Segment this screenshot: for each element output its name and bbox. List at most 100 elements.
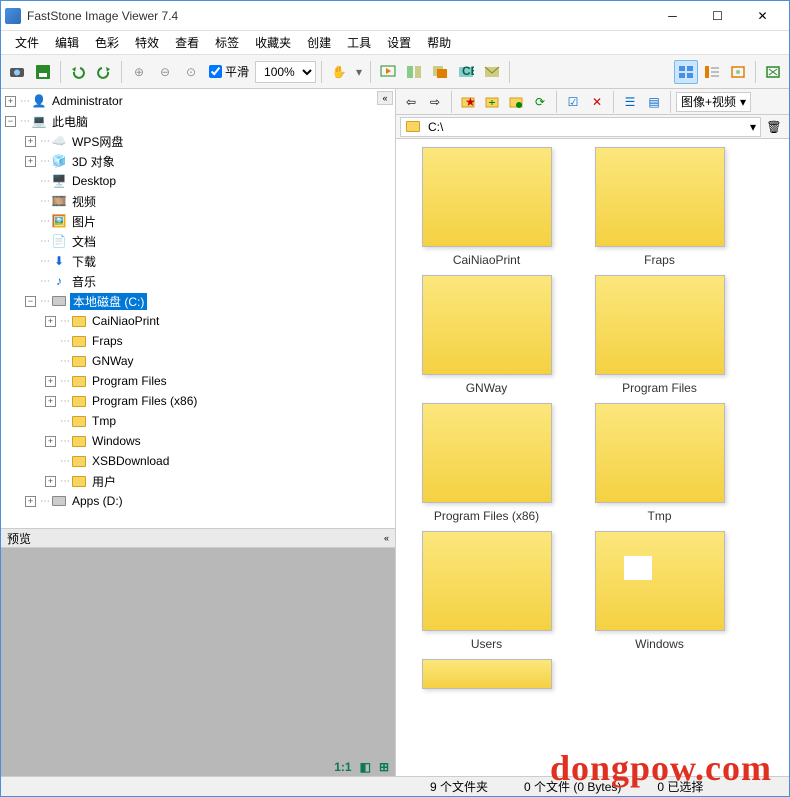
menu-effects[interactable]: 特效 bbox=[127, 32, 167, 53]
maximize-button[interactable]: ☐ bbox=[695, 2, 740, 30]
expander-icon[interactable]: + bbox=[45, 376, 56, 387]
thumbnail-folder[interactable]: Program Files bbox=[577, 275, 742, 395]
preview-pane[interactable]: 1:1 ◧ ⊞ bbox=[1, 548, 395, 776]
fav-manage-icon[interactable] bbox=[481, 91, 503, 113]
expander-icon[interactable]: + bbox=[5, 96, 16, 107]
new-folder-icon[interactable] bbox=[505, 91, 527, 113]
thumbnail-folder[interactable]: Fraps bbox=[577, 147, 742, 267]
tree-node[interactable]: ⋯📄文档 bbox=[3, 231, 393, 251]
forward-icon[interactable]: ⇨ bbox=[424, 91, 446, 113]
redo-icon[interactable] bbox=[92, 60, 116, 84]
compare-icon[interactable] bbox=[402, 60, 426, 84]
tree-node[interactable]: ⋯♪音乐 bbox=[3, 271, 393, 291]
menu-tags[interactable]: 标签 bbox=[207, 32, 247, 53]
thumbnail-folder[interactable]: GNWay bbox=[404, 275, 569, 395]
thumbnail-folder[interactable]: Windows bbox=[577, 531, 742, 651]
tree-node[interactable]: ⋯🖼️图片 bbox=[3, 211, 393, 231]
tree-node[interactable]: +⋯Program Files bbox=[3, 371, 393, 391]
save-icon[interactable] bbox=[31, 60, 55, 84]
thumbnail-folder[interactable]: Program Files (x86) bbox=[404, 403, 569, 523]
collapse-preview-icon[interactable]: « bbox=[384, 533, 389, 543]
menu-tools[interactable]: 工具 bbox=[339, 32, 379, 53]
video-icon: 🎞️ bbox=[51, 193, 67, 209]
close-button[interactable]: ✕ bbox=[740, 2, 785, 30]
drive-icon bbox=[51, 493, 67, 509]
select-all-icon[interactable]: ☑ bbox=[562, 91, 584, 113]
expander-icon[interactable]: + bbox=[45, 476, 56, 487]
menu-color[interactable]: 色彩 bbox=[87, 32, 127, 53]
tree-node-computer[interactable]: −⋯ 💻 此电脑 bbox=[3, 111, 393, 131]
tree-node[interactable]: ⋯Fraps bbox=[3, 331, 393, 351]
filter-combo[interactable]: 图像+视频▾ bbox=[676, 92, 751, 112]
hand-dropdown-icon[interactable]: ▾ bbox=[353, 65, 365, 79]
tree-node[interactable]: ⋯XSBDownload bbox=[3, 451, 393, 471]
thumbnail-folder[interactable] bbox=[404, 659, 569, 695]
tree-node[interactable]: +⋯🧊3D 对象 bbox=[3, 151, 393, 171]
minimize-button[interactable]: ─ bbox=[650, 2, 695, 30]
menu-file[interactable]: 文件 bbox=[7, 32, 47, 53]
filter-icon[interactable]: ▤ bbox=[643, 91, 665, 113]
menu-edit[interactable]: 编辑 bbox=[47, 32, 87, 53]
tree-node[interactable]: ⋯🖥️Desktop bbox=[3, 171, 393, 191]
thumbnail-folder[interactable]: CaiNiaoPrint bbox=[404, 147, 569, 267]
thumbnail-folder[interactable]: Users bbox=[404, 531, 569, 651]
email-icon[interactable] bbox=[480, 60, 504, 84]
folder-icon bbox=[71, 393, 87, 409]
fullscreen-icon[interactable] bbox=[726, 60, 750, 84]
expander-icon[interactable]: + bbox=[45, 316, 56, 327]
detail-view-icon[interactable] bbox=[700, 60, 724, 84]
expander-icon[interactable]: + bbox=[25, 136, 36, 147]
zoom-fit-icon[interactable]: ⊙ bbox=[179, 60, 203, 84]
chevron-down-icon[interactable]: ▾ bbox=[750, 120, 756, 134]
expander-icon[interactable]: − bbox=[5, 116, 16, 127]
tree-node-admin[interactable]: +⋯ 👤 Administrator bbox=[3, 91, 393, 111]
folder-tree[interactable]: « +⋯ 👤 Administrator −⋯ 💻 此电脑 +⋯☁️WPS网盘 … bbox=[1, 89, 395, 528]
hand-icon[interactable]: ✋ bbox=[327, 60, 351, 84]
thumbnail-folder[interactable]: Tmp bbox=[577, 403, 742, 523]
info-icon[interactable]: ⊞ bbox=[379, 760, 389, 774]
batch-convert-icon[interactable] bbox=[428, 60, 452, 84]
slideshow-icon[interactable] bbox=[376, 60, 400, 84]
tree-node[interactable]: ⋯Tmp bbox=[3, 411, 393, 431]
thumbnail-area[interactable]: CaiNiaoPrintFrapsGNWayProgram FilesProgr… bbox=[396, 139, 789, 776]
menu-settings[interactable]: 设置 bbox=[379, 32, 419, 53]
zoom-in-icon[interactable]: ⊕ bbox=[127, 60, 151, 84]
scanner-icon[interactable] bbox=[5, 60, 29, 84]
tree-node[interactable]: ⋯⬇下载 bbox=[3, 251, 393, 271]
trash-icon[interactable]: 🗑 bbox=[763, 116, 785, 138]
tree-node[interactable]: ⋯🎞️视频 bbox=[3, 191, 393, 211]
folder-thumbnail-icon bbox=[422, 659, 552, 689]
tree-node[interactable]: ⋯GNWay bbox=[3, 351, 393, 371]
menu-view[interactable]: 查看 bbox=[167, 32, 207, 53]
expander-icon[interactable]: − bbox=[25, 296, 36, 307]
expander-icon[interactable]: + bbox=[45, 436, 56, 447]
tree-node[interactable]: +⋯CaiNiaoPrint bbox=[3, 311, 393, 331]
fav-add-icon[interactable]: ★ bbox=[457, 91, 479, 113]
sort-icon[interactable]: ☰ bbox=[619, 91, 641, 113]
settings-icon[interactable] bbox=[761, 60, 785, 84]
tree-node-drive-d[interactable]: +⋯Apps (D:) bbox=[3, 491, 393, 511]
collapse-tree-icon[interactable]: « bbox=[377, 91, 393, 105]
tree-node-drive-c[interactable]: −⋯本地磁盘 (C:) bbox=[3, 291, 393, 311]
zoom-select[interactable]: 100% bbox=[255, 61, 316, 83]
menu-favorites[interactable]: 收藏夹 bbox=[247, 32, 299, 53]
tree-node[interactable]: +⋯Windows bbox=[3, 431, 393, 451]
address-input[interactable]: C:\ ▾ bbox=[400, 117, 761, 137]
expander-icon[interactable]: + bbox=[25, 496, 36, 507]
refresh-icon[interactable]: ⟳ bbox=[529, 91, 551, 113]
delete-icon[interactable]: ✕ bbox=[586, 91, 608, 113]
thumbnail-view-icon[interactable] bbox=[674, 60, 698, 84]
zoom-out-icon[interactable]: ⊖ bbox=[153, 60, 177, 84]
batch-rename-icon[interactable]: CB bbox=[454, 60, 478, 84]
tree-node[interactable]: +⋯Program Files (x86) bbox=[3, 391, 393, 411]
menu-create[interactable]: 创建 bbox=[299, 32, 339, 53]
histogram-icon[interactable]: ◧ bbox=[360, 760, 371, 774]
expander-icon[interactable]: + bbox=[25, 156, 36, 167]
menu-help[interactable]: 帮助 bbox=[419, 32, 459, 53]
expander-icon[interactable]: + bbox=[45, 396, 56, 407]
smooth-checkbox[interactable]: 平滑 bbox=[205, 63, 253, 80]
back-icon[interactable]: ⇦ bbox=[400, 91, 422, 113]
undo-icon[interactable] bbox=[66, 60, 90, 84]
tree-node[interactable]: +⋯☁️WPS网盘 bbox=[3, 131, 393, 151]
tree-node[interactable]: +⋯用户 bbox=[3, 471, 393, 491]
